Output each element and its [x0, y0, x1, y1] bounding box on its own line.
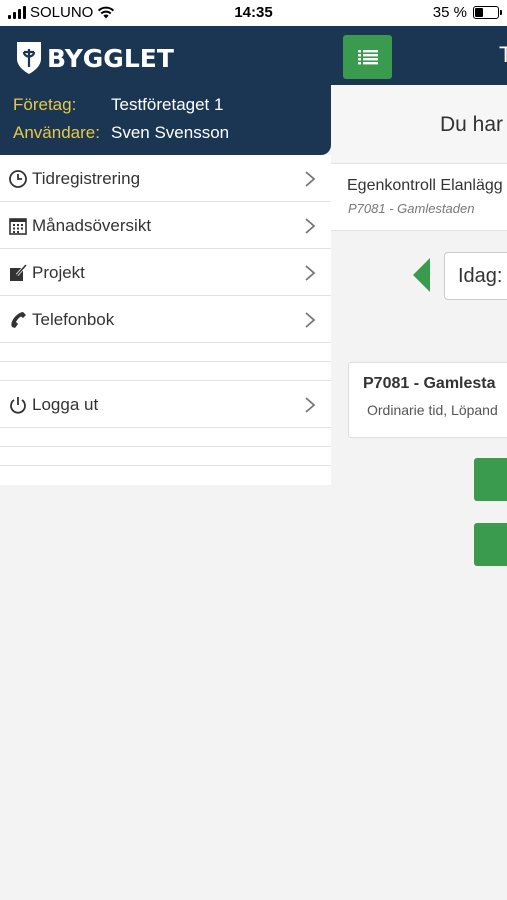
company-row: Företag: Testföretaget 1: [13, 95, 223, 115]
main-header: T: [331, 26, 507, 85]
menu-item-projekt[interactable]: Projekt: [0, 249, 331, 296]
shield-logo-icon: [17, 42, 41, 74]
chevron-right-icon: [305, 397, 316, 413]
battery-icon: [473, 6, 502, 19]
menu-item-telefonbok[interactable]: Telefonbok: [0, 296, 331, 343]
drawer-menu: Tidregistrering Månadsöversikt Projekt T…: [0, 155, 331, 485]
battery-percent: 35 %: [432, 4, 467, 21]
project-subtitle: P7081 - Gamlestaden: [348, 201, 475, 216]
menu-label: Tidregistrering: [32, 169, 141, 188]
phone-icon: [11, 312, 26, 328]
entry-subtitle: Ordinarie tid, Löpand: [367, 402, 498, 418]
menu-divider: [0, 466, 331, 485]
menu-item-manadsoversikt[interactable]: Månadsöversikt: [0, 202, 331, 249]
chevron-right-icon: [305, 265, 316, 281]
side-drawer: BYGGLET Företag: Testföretaget 1 Använda…: [0, 26, 331, 486]
menu-label: Projekt: [32, 263, 85, 282]
company-label: Företag:: [13, 95, 77, 114]
greeting-text: Du har: [440, 113, 504, 136]
menu-label: Telefonbok: [32, 310, 115, 329]
previous-day-arrow-icon[interactable]: [413, 258, 430, 292]
chevron-right-icon: [305, 171, 316, 187]
user-value: Sven Svensson: [111, 123, 230, 142]
date-label: Idag:: [458, 265, 503, 287]
project-selector[interactable]: Egenkontroll Elanlägg P7081 - Gamlestade…: [331, 163, 507, 231]
greeting-banner: Du har: [331, 85, 507, 162]
menu-label: Månadsöversikt: [32, 216, 152, 235]
chevron-right-icon: [305, 218, 316, 234]
brand-name: BYGGLET: [47, 43, 174, 73]
menu-divider: [0, 343, 331, 362]
edit-icon: [10, 264, 27, 281]
power-icon: [10, 397, 26, 414]
status-bar: SOLUNO 14:35 35 %: [0, 0, 507, 26]
header-title: T: [499, 42, 507, 67]
battery-fill: [475, 8, 483, 17]
main-content: T Du har Egenkontroll Elanlägg P7081 - G…: [331, 26, 507, 900]
user-row: Användare: Sven Svensson: [13, 123, 229, 143]
menu-toggle-button[interactable]: [343, 35, 392, 79]
entry-title: P7081 - Gamlesta: [363, 375, 496, 392]
menu-item-logga-ut[interactable]: Logga ut: [0, 381, 331, 428]
clock-icon: [9, 170, 27, 188]
project-name: Egenkontroll Elanlägg: [347, 177, 503, 194]
chevron-right-icon: [305, 312, 316, 328]
user-label: Användare:: [13, 123, 100, 142]
menu-label: Logga ut: [32, 395, 99, 414]
date-selector[interactable]: Idag:: [444, 252, 507, 300]
list-icon: [357, 50, 378, 65]
drawer-header: BYGGLET Företag: Testföretaget 1 Använda…: [0, 26, 331, 155]
calendar-icon: [9, 218, 27, 235]
menu-item-tidregistrering[interactable]: Tidregistrering: [0, 155, 331, 202]
company-value: Testföretaget 1: [111, 95, 224, 114]
bygglet-logo: BYGGLET: [14, 40, 174, 76]
time-entry-card[interactable]: P7081 - Gamlesta Ordinarie tid, Löpand: [348, 362, 507, 438]
menu-divider: [0, 362, 331, 381]
action-button-2[interactable]: [474, 523, 507, 566]
action-button-1[interactable]: [474, 458, 507, 501]
status-right: 35 %: [432, 4, 502, 21]
menu-divider: [0, 447, 331, 466]
clock-time: 14:35: [234, 4, 273, 21]
menu-divider: [0, 428, 331, 447]
